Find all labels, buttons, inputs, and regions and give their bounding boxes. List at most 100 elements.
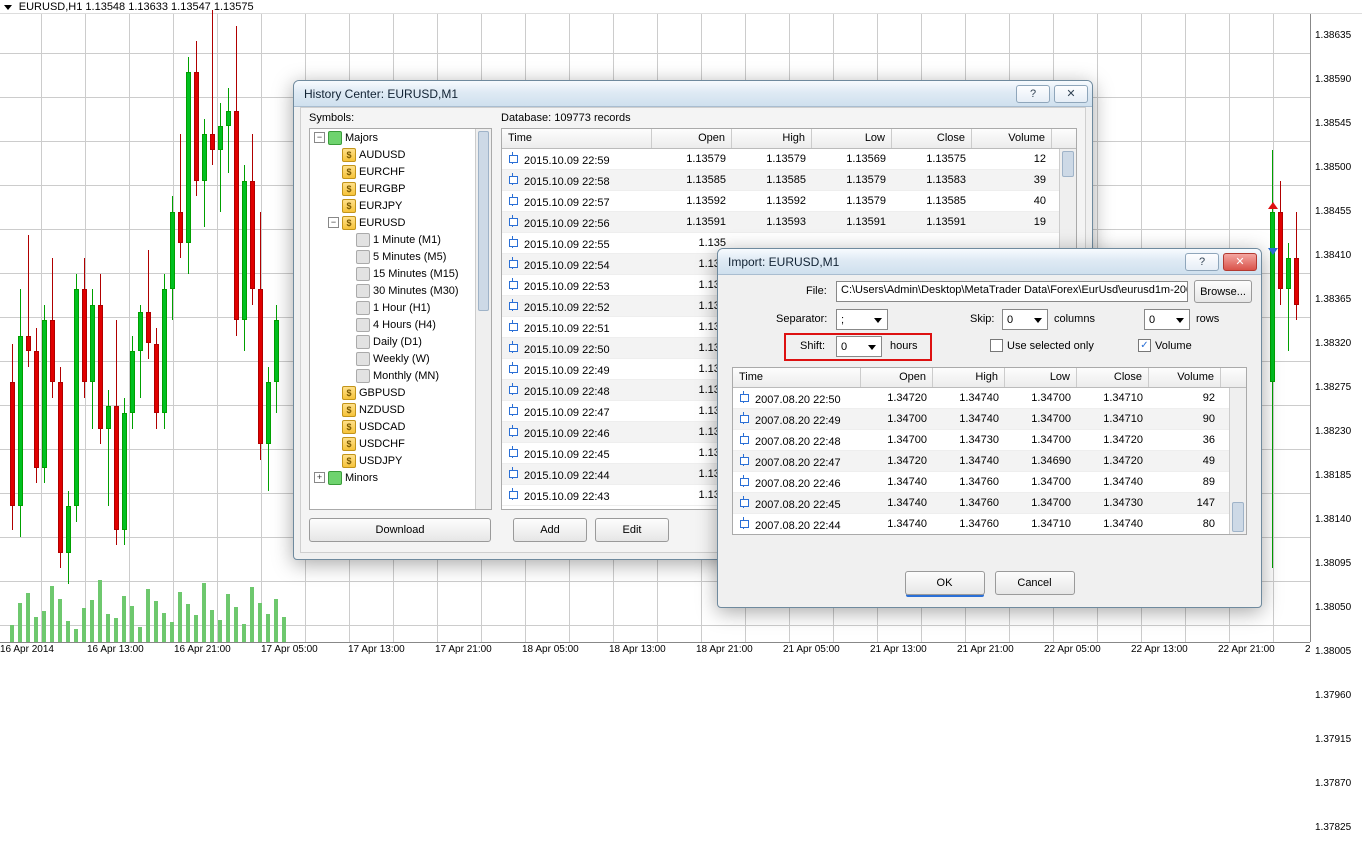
- import-window[interactable]: Import: EURUSD,M1 ? ✕ File: C:\Users\Adm…: [717, 248, 1262, 608]
- browse-button[interactable]: Browse...: [1194, 280, 1252, 303]
- grid-header[interactable]: TimeOpenHighLowCloseVolume: [502, 129, 1076, 149]
- bar-icon: [739, 412, 749, 424]
- bar-icon: [508, 383, 518, 395]
- import-grid[interactable]: TimeOpenHighLowCloseVolume 2007.08.20 22…: [732, 367, 1247, 535]
- tree-timeframe[interactable]: 1 Hour (H1): [310, 299, 491, 316]
- tree-symbol-USDCAD[interactable]: $USDCAD: [310, 418, 491, 435]
- expand-icon[interactable]: +: [314, 472, 325, 483]
- tree-timeframe[interactable]: Daily (D1): [310, 333, 491, 350]
- tree-symbol-EURCHF[interactable]: $EURCHF: [310, 163, 491, 180]
- col-high[interactable]: High: [933, 368, 1005, 387]
- col-time[interactable]: Time: [733, 368, 861, 387]
- tree-timeframe[interactable]: 15 Minutes (M15): [310, 265, 491, 282]
- tree-timeframe[interactable]: 5 Minutes (M5): [310, 248, 491, 265]
- col-close[interactable]: Close: [892, 129, 972, 148]
- file-input[interactable]: C:\Users\Admin\Desktop\MetaTrader Data\F…: [836, 281, 1188, 302]
- col-high[interactable]: High: [732, 129, 812, 148]
- ok-button[interactable]: OK: [905, 571, 985, 595]
- sym-icon: $: [342, 437, 356, 451]
- grid-header[interactable]: TimeOpenHighLowCloseVolume: [733, 368, 1246, 388]
- bar-icon: [508, 341, 518, 353]
- table-row[interactable]: 2007.08.20 22:481.347001.347301.347001.3…: [733, 430, 1229, 451]
- tree-timeframe[interactable]: 30 Minutes (M30): [310, 282, 491, 299]
- grid-scrollbar[interactable]: [1229, 388, 1246, 534]
- tree-timeframe[interactable]: 4 Hours (H4): [310, 316, 491, 333]
- col-volume[interactable]: Volume: [972, 129, 1052, 148]
- tree-symbol-NZDUSD[interactable]: $NZDUSD: [310, 401, 491, 418]
- table-row[interactable]: 2007.08.20 22:471.347201.347401.346901.3…: [733, 451, 1229, 472]
- tree-timeframe[interactable]: Monthly (MN): [310, 367, 491, 384]
- tree-timeframe[interactable]: Weekly (W): [310, 350, 491, 367]
- tree-symbol-USDJPY[interactable]: $USDJPY: [310, 452, 491, 469]
- tree-symbol-AUDUSD[interactable]: $AUDUSD: [310, 146, 491, 163]
- cancel-button[interactable]: Cancel: [995, 571, 1075, 595]
- tree-symbol-USDCHF[interactable]: $USDCHF: [310, 435, 491, 452]
- col-open[interactable]: Open: [652, 129, 732, 148]
- use-selected-checkbox[interactable]: Use selected only: [990, 339, 1094, 352]
- help-button[interactable]: ?: [1016, 85, 1050, 103]
- tree-symbol-EURUSD[interactable]: −$EURUSD: [310, 214, 491, 231]
- table-row[interactable]: 2007.08.20 22:441.347401.347601.347101.3…: [733, 514, 1229, 534]
- price-axis: 1.386351.385901.385451.385001.384551.384…: [1310, 14, 1362, 642]
- separator-value: ;: [841, 314, 844, 326]
- close-button[interactable]: ✕: [1223, 253, 1257, 271]
- col-volume[interactable]: Volume: [1149, 368, 1221, 387]
- collapse-icon[interactable]: −: [328, 217, 339, 228]
- sym-icon: $: [342, 165, 356, 179]
- skip-columns-combo[interactable]: 0: [1002, 309, 1048, 330]
- tree-label: Daily (D1): [373, 336, 422, 348]
- symbols-label: Symbols:: [309, 112, 354, 124]
- bar-icon: [739, 391, 749, 403]
- volume-checkbox[interactable]: ✓ Volume: [1138, 339, 1192, 352]
- dialog-buttons: OK Cancel: [724, 571, 1255, 595]
- grid-body[interactable]: 2007.08.20 22:501.347201.347401.347001.3…: [733, 388, 1229, 534]
- table-row[interactable]: 2007.08.20 22:461.347401.347601.347001.3…: [733, 472, 1229, 493]
- window-title: History Center: EURUSD,M1: [304, 87, 1012, 101]
- bar-icon: [508, 257, 518, 269]
- table-row[interactable]: 2015.10.09 22:591.135791.135791.135691.1…: [502, 149, 1059, 170]
- add-button[interactable]: Add: [513, 518, 587, 542]
- shift-combo[interactable]: 0: [836, 336, 882, 357]
- col-low[interactable]: Low: [1005, 368, 1077, 387]
- symbols-tree[interactable]: −Majors$AUDUSD$EURCHF$EURGBP$EURJPY−$EUR…: [309, 128, 492, 510]
- tree-label: USDCAD: [359, 421, 405, 433]
- table-row[interactable]: 2015.10.09 22:581.135851.135851.135791.1…: [502, 170, 1059, 191]
- separator-label: Separator:: [776, 313, 827, 325]
- tree-scrollbar[interactable]: [475, 129, 491, 509]
- close-button[interactable]: ✕: [1054, 85, 1088, 103]
- scroll-thumb[interactable]: [1232, 502, 1244, 532]
- shift-value: 0: [841, 341, 847, 353]
- table-row[interactable]: 2007.08.20 22:451.347401.347601.347001.3…: [733, 493, 1229, 514]
- tree-minors[interactable]: +Minors: [310, 469, 491, 486]
- sym-icon: $: [342, 403, 356, 417]
- hours-word: hours: [890, 340, 918, 352]
- arrow-up-marker: [1268, 202, 1278, 209]
- tree-symbol-GBPUSD[interactable]: $GBPUSD: [310, 384, 491, 401]
- col-time[interactable]: Time: [502, 129, 652, 148]
- table-row[interactable]: 2007.08.20 22:491.347001.347401.347001.3…: [733, 409, 1229, 430]
- titlebar[interactable]: History Center: EURUSD,M1 ? ✕: [294, 81, 1092, 107]
- scroll-thumb[interactable]: [478, 131, 489, 311]
- skip-rows-value: 0: [1149, 314, 1155, 326]
- edit-button[interactable]: Edit: [595, 518, 669, 542]
- download-button[interactable]: Download: [309, 518, 491, 542]
- separator-combo[interactable]: ;: [836, 309, 888, 330]
- col-low[interactable]: Low: [812, 129, 892, 148]
- table-row[interactable]: 2007.08.20 22:501.347201.347401.347001.3…: [733, 388, 1229, 409]
- table-row[interactable]: 2015.10.09 22:571.135921.135921.135791.1…: [502, 191, 1059, 212]
- tree-symbol-EURGBP[interactable]: $EURGBP: [310, 180, 491, 197]
- table-row[interactable]: 2015.10.09 22:561.135911.135931.135911.1…: [502, 212, 1059, 233]
- folder-icon: [328, 471, 342, 485]
- help-button[interactable]: ?: [1185, 253, 1219, 271]
- skip-rows-combo[interactable]: 0: [1144, 309, 1190, 330]
- tree-majors[interactable]: −Majors: [310, 129, 491, 146]
- tree-symbol-EURJPY[interactable]: $EURJPY: [310, 197, 491, 214]
- col-open[interactable]: Open: [861, 368, 933, 387]
- titlebar[interactable]: Import: EURUSD,M1 ? ✕: [718, 249, 1261, 275]
- collapse-icon[interactable]: −: [314, 132, 325, 143]
- tree-label: Monthly (MN): [373, 370, 439, 382]
- col-close[interactable]: Close: [1077, 368, 1149, 387]
- tf-icon: [356, 369, 370, 383]
- scroll-thumb[interactable]: [1062, 151, 1074, 177]
- tree-timeframe[interactable]: 1 Minute (M1): [310, 231, 491, 248]
